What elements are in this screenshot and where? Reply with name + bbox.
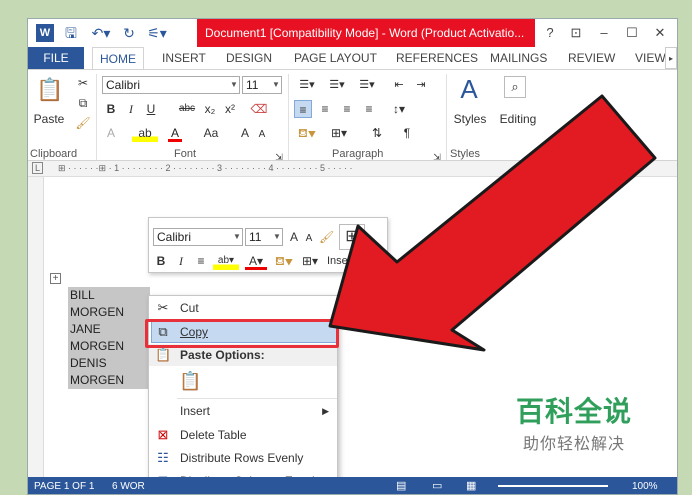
red-arrow-shape — [328, 94, 657, 352]
watermark-subtitle: 助你轻松解决 — [522, 436, 625, 453]
baike-watermark: 百科全说 助你轻松解决 — [494, 386, 654, 462]
watermark-title: 百科全说 — [515, 396, 632, 427]
